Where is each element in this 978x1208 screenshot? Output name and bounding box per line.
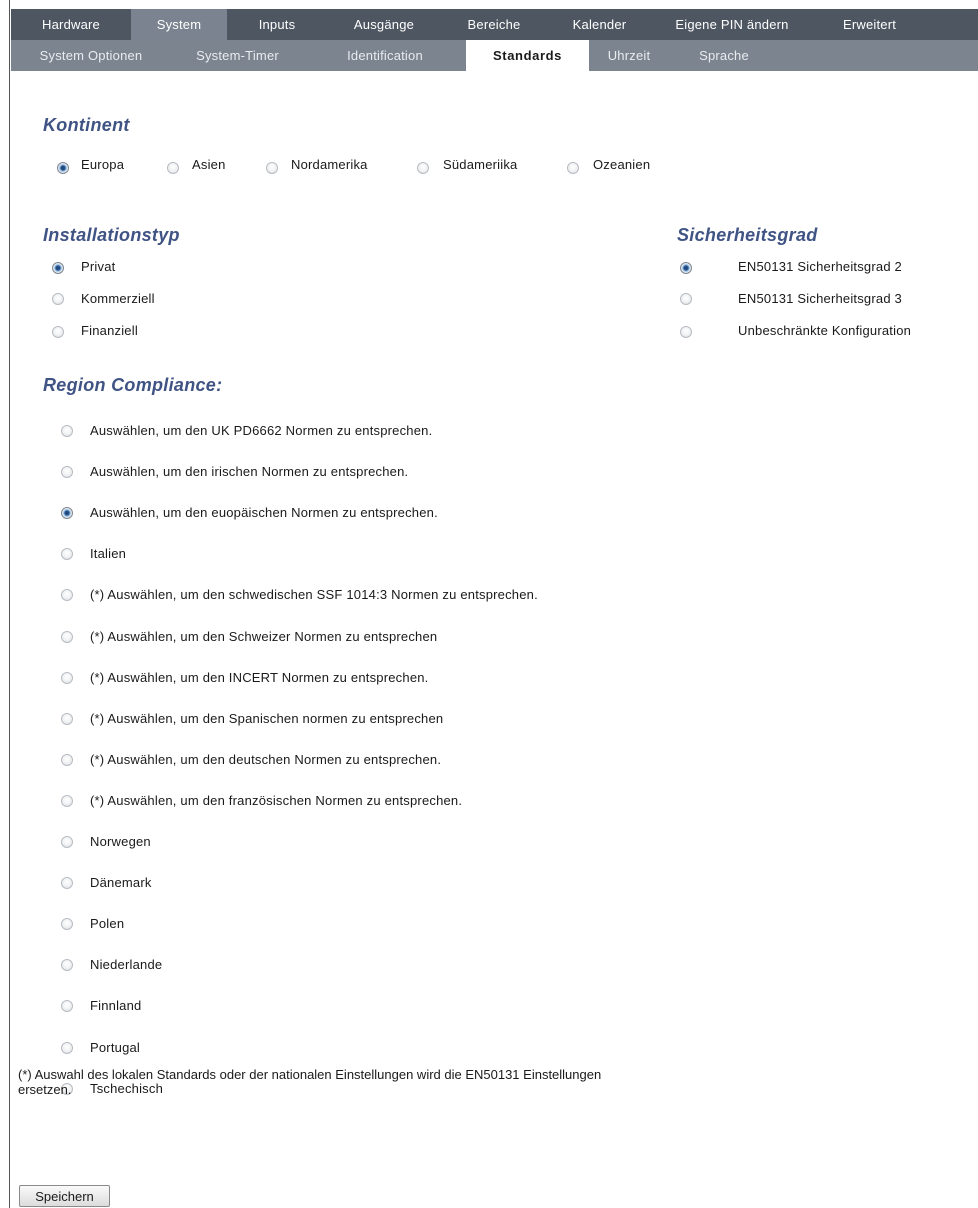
radio-kontinent-ozeanien[interactable]: [567, 162, 579, 174]
label-sicherheitsgrad-unbeschraenkt: Unbeschränkte Konfiguration: [738, 323, 912, 338]
radio-region-option[interactable]: [61, 836, 73, 848]
radio-region-option[interactable]: [61, 795, 73, 807]
radio-region-option[interactable]: [61, 754, 73, 766]
tab-kalender[interactable]: Kalender: [547, 9, 652, 40]
tab-system[interactable]: System: [131, 9, 227, 40]
primary-nav: Hardware System Inputs Ausgänge Bereiche…: [11, 9, 978, 40]
radio-region-option[interactable]: [61, 877, 73, 889]
label-installationstyp-finanziell: Finanziell: [81, 323, 138, 338]
label-kontinent-suedamerika: Südameriika: [443, 157, 518, 172]
left-border: [9, 0, 10, 1208]
radio-region-option[interactable]: [61, 631, 73, 643]
label-kontinent-asien: Asien: [192, 157, 226, 172]
radio-installationstyp-finanziell[interactable]: [52, 326, 64, 338]
label-region-option: (*) Auswählen, um den INCERT Normen zu e…: [90, 670, 429, 685]
radio-kontinent-asien[interactable]: [167, 162, 179, 174]
radio-region-option[interactable]: [61, 589, 73, 601]
radio-region-option[interactable]: [61, 466, 73, 478]
label-region-option: Dänemark: [90, 875, 152, 890]
tab-uhrzeit[interactable]: Uhrzeit: [589, 40, 669, 71]
label-region-option: (*) Auswählen, um den französischen Norm…: [90, 793, 463, 808]
radio-kontinent-europa[interactable]: [57, 162, 69, 174]
radio-sicherheitsgrad-2[interactable]: [680, 262, 692, 274]
label-sicherheitsgrad-2: EN50131 Sicherheitsgrad 2: [738, 259, 902, 274]
region-heading: Region Compliance:: [43, 375, 223, 395]
label-region-option: Portugal: [90, 1040, 141, 1055]
radio-region-option[interactable]: [61, 507, 73, 519]
radio-installationstyp-privat[interactable]: [52, 262, 64, 274]
tab-system-optionen[interactable]: System Optionen: [11, 40, 171, 71]
tab-inputs[interactable]: Inputs: [227, 9, 327, 40]
label-region-option: (*) Auswählen, um den Spanischen normen …: [90, 711, 444, 726]
label-sicherheitsgrad-3: EN50131 Sicherheitsgrad 3: [738, 291, 902, 306]
radio-sicherheitsgrad-3[interactable]: [680, 293, 692, 305]
radio-region-option[interactable]: [61, 672, 73, 684]
radio-region-option[interactable]: [61, 425, 73, 437]
label-region-option: Auswählen, um den UK PD6662 Normen zu en…: [90, 423, 433, 438]
radio-sicherheitsgrad-unbeschraenkt[interactable]: [680, 326, 692, 338]
radio-region-option[interactable]: [61, 959, 73, 971]
label-region-option: (*) Auswählen, um den schwedischen SSF 1…: [90, 587, 538, 602]
label-region-option: (*) Auswählen, um den Schweizer Normen z…: [90, 629, 438, 644]
tab-sprache[interactable]: Sprache: [669, 40, 779, 71]
sicherheitsgrad-heading: Sicherheitsgrad: [677, 225, 818, 245]
radio-region-option[interactable]: [61, 548, 73, 560]
tab-ausgaenge[interactable]: Ausgänge: [327, 9, 441, 40]
label-kontinent-nordamerika: Nordamerika: [291, 157, 368, 172]
secondary-nav: System Optionen System-Timer Identificat…: [11, 40, 978, 71]
label-region-option: Auswählen, um den irischen Normen zu ent…: [90, 464, 409, 479]
tab-identification[interactable]: Identification: [304, 40, 466, 71]
label-region-option: Finnland: [90, 998, 142, 1013]
radio-region-option[interactable]: [61, 1042, 73, 1054]
radio-region-option[interactable]: [61, 918, 73, 930]
tab-eigene-pin[interactable]: Eigene PIN ändern: [652, 9, 812, 40]
tab-hardware[interactable]: Hardware: [11, 9, 131, 40]
label-kontinent-europa: Europa: [81, 157, 125, 172]
footnote-text: (*) Auswahl des lokalen Standards oder d…: [18, 1067, 602, 1097]
label-installationstyp-kommerziell: Kommerziell: [81, 291, 155, 306]
radio-kontinent-nordamerika[interactable]: [266, 162, 278, 174]
radio-region-option[interactable]: [61, 1000, 73, 1012]
label-kontinent-ozeanien: Ozeanien: [593, 157, 651, 172]
label-region-option: (*) Auswählen, um den deutschen Normen z…: [90, 752, 442, 767]
label-region-option: Polen: [90, 916, 125, 931]
save-button[interactable]: Speichern: [19, 1185, 110, 1207]
radio-installationstyp-kommerziell[interactable]: [52, 293, 64, 305]
label-region-option: Auswählen, um den euopäischen Normen zu …: [90, 505, 438, 520]
label-region-option: Niederlande: [90, 957, 163, 972]
tab-system-timer[interactable]: System-Timer: [171, 40, 304, 71]
label-region-option: Italien: [90, 546, 127, 561]
radio-kontinent-suedamerika[interactable]: [417, 162, 429, 174]
tab-erweitert[interactable]: Erweitert: [812, 9, 927, 40]
label-region-option: Norwegen: [90, 834, 151, 849]
installationstyp-heading: Installationstyp: [43, 225, 180, 245]
label-installationstyp-privat: Privat: [81, 259, 116, 274]
tab-standards[interactable]: Standards: [466, 40, 589, 71]
kontinent-heading: Kontinent: [43, 115, 130, 135]
tab-bereiche[interactable]: Bereiche: [441, 9, 547, 40]
radio-region-option[interactable]: [61, 713, 73, 725]
